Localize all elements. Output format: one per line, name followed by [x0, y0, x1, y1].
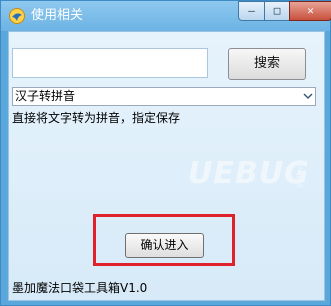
maximize-button[interactable]: □: [264, 1, 290, 21]
chevron-down-icon: [303, 93, 313, 100]
description-text: 直接将文字转为拼音，指定保存: [12, 111, 181, 125]
close-button[interactable]: ✕: [289, 1, 331, 21]
watermark: UEBUG 下载站: [188, 157, 310, 191]
app-window: 使用相关 — □ ✕ 搜索 汉子转拼音 直接将文字转为拼音，指定保存 UEBUG…: [0, 0, 331, 306]
minimize-button[interactable]: —: [238, 1, 265, 21]
watermark-main: UEBUG: [188, 156, 310, 191]
footer-version-text: 墨加魔法口袋工具箱V1.0: [12, 281, 148, 295]
mode-select[interactable]: 汉子转拼音: [12, 87, 316, 106]
search-input[interactable]: [12, 48, 208, 78]
watermark-sub: 下载站: [296, 165, 303, 189]
mode-select-value: 汉子转拼音: [15, 89, 76, 103]
window-title: 使用相关: [31, 8, 84, 23]
title-bar[interactable]: 使用相关 — □ ✕: [1, 1, 331, 31]
search-button[interactable]: 搜索: [228, 48, 306, 80]
client-area: 搜索 汉子转拼音 直接将文字转为拼音，指定保存 UEBUG 下载站 确认进入 墨…: [8, 31, 325, 301]
enter-button[interactable]: 确认进入: [125, 233, 204, 258]
app-logo-icon: [9, 8, 25, 24]
